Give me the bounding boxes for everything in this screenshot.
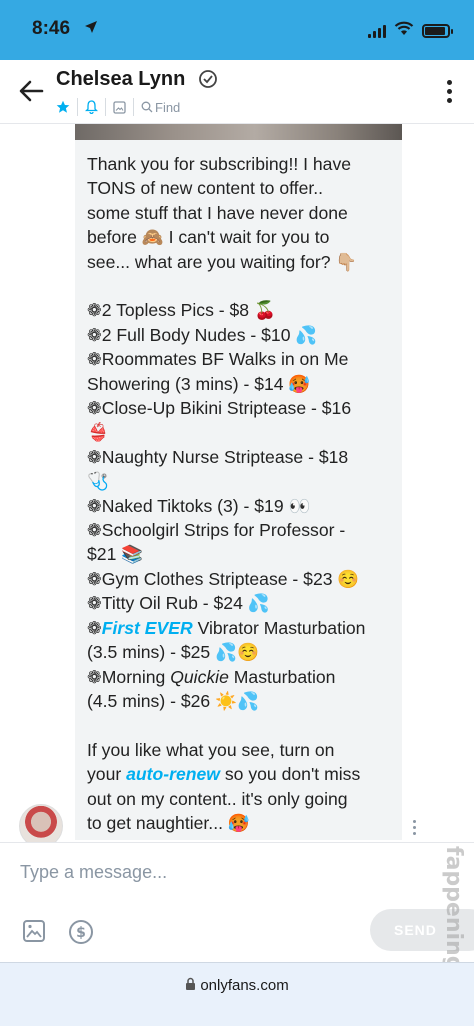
menu-item: ❁Naughty Nurse Striptease - $18 bbox=[87, 445, 392, 469]
closing-line: your auto-renew so you don't miss bbox=[87, 762, 392, 786]
menu-item: $21 📚 bbox=[87, 542, 392, 566]
menu-item-quickie-line2: (4.5 mins) - $26 ☀️💦 bbox=[87, 690, 259, 711]
menu-item: ❁Titty Oil Rub - $24 💦 bbox=[87, 591, 392, 615]
verified-badge-icon bbox=[198, 69, 218, 94]
menu-item: ❁Schoolgirl Strips for Professor - bbox=[87, 518, 392, 542]
bell-icon[interactable] bbox=[78, 98, 106, 116]
item-text: Naughty Nurse Striptease - $18 bbox=[101, 446, 349, 467]
item-text: Schoolgirl Strips for Professor - bbox=[101, 520, 346, 541]
closing-text: your bbox=[87, 764, 127, 785]
item-text: 🩺 bbox=[87, 471, 109, 492]
message-bubble: Thank you for subscribing!! I have TONS … bbox=[75, 140, 402, 840]
item-text: Showering (3 mins) - $14 🥵 bbox=[87, 373, 311, 394]
message-more-icon[interactable] bbox=[413, 820, 416, 835]
find-tool[interactable]: Find bbox=[134, 98, 187, 116]
header-tools: Find bbox=[56, 98, 187, 116]
item-text: $21 📚 bbox=[87, 544, 144, 565]
menu-item-vibrator: ❁First EVER Vibrator Masturbation bbox=[87, 616, 392, 640]
item-text: 2 Topless Pics - $8 🍒 bbox=[101, 300, 276, 321]
item-bullet: ❁ bbox=[87, 300, 102, 321]
cellular-signal-icon bbox=[368, 24, 386, 38]
find-label: Find bbox=[155, 99, 181, 115]
svg-text:$: $ bbox=[76, 925, 86, 941]
item-text: Gym Clothes Striptease - $23 ☺️ bbox=[101, 568, 360, 589]
menu-item: ❁Close-Up Bikini Striptease - $16 bbox=[87, 396, 392, 420]
message-media-thumbnail[interactable] bbox=[75, 124, 402, 140]
item-bullet: ❁ bbox=[87, 324, 102, 345]
item-text: Close-Up Bikini Striptease - $16 bbox=[101, 398, 352, 419]
message-line: before 🙈 I can't wait for you to bbox=[87, 227, 330, 248]
battery-icon bbox=[422, 24, 453, 38]
message-input[interactable] bbox=[20, 857, 400, 887]
image-attach-icon[interactable] bbox=[22, 919, 46, 948]
status-bar: 8:46 bbox=[0, 0, 474, 60]
item-text: Morning bbox=[101, 666, 171, 687]
avatar[interactable] bbox=[19, 804, 63, 842]
menu-item-vibrator-line2: (3.5 mins) - $25 💦☺️ bbox=[87, 642, 259, 663]
dollar-tip-icon[interactable]: $ bbox=[68, 919, 94, 950]
status-time: 8:46 bbox=[32, 18, 71, 39]
browser-address-bar[interactable]: onlyfans.com bbox=[0, 962, 474, 1026]
url-text: onlyfans.com bbox=[200, 977, 289, 994]
item-text: 2 Full Body Nudes - $10 💦 bbox=[101, 324, 318, 345]
item-bullet: ❁ bbox=[87, 446, 102, 467]
menu-item: ❁2 Topless Pics - $8 🍒 bbox=[87, 298, 392, 322]
address-text[interactable]: onlyfans.com bbox=[0, 977, 474, 995]
message-line: TONS of new content to offer.. bbox=[87, 178, 324, 199]
menu-item: 👙 bbox=[87, 420, 392, 444]
image-icon[interactable] bbox=[106, 98, 134, 116]
item-bullet: ❁ bbox=[87, 349, 102, 370]
menu-item-quickie: ❁Morning Quickie Masturbation bbox=[87, 665, 392, 689]
closing-line: out on my content.. it's only going bbox=[87, 788, 348, 809]
closing-line: If you like what you see, turn on bbox=[87, 739, 335, 760]
auto-renew-link[interactable]: auto-renew bbox=[126, 764, 220, 784]
location-arrow-icon bbox=[84, 20, 98, 39]
closing-line: to get naughtier... 🥵 bbox=[87, 812, 250, 833]
message-line: Thank you for subscribing!! I have bbox=[87, 154, 352, 174]
menu-item: ❁2 Full Body Nudes - $10 💦 bbox=[87, 323, 392, 347]
item-bullet: ❁ bbox=[87, 666, 102, 687]
item-bullet: ❁ bbox=[87, 398, 102, 419]
item-bullet: ❁ bbox=[87, 495, 102, 516]
item-bullet: ❁ bbox=[87, 568, 102, 589]
item-text: Titty Oil Rub - $24 💦 bbox=[101, 593, 270, 614]
item-text: Vibrator Masturbation bbox=[192, 617, 366, 638]
wifi-icon bbox=[394, 21, 414, 41]
item-bullet: ❁ bbox=[87, 593, 102, 614]
more-vertical-icon[interactable] bbox=[447, 80, 452, 103]
item-text: Naked Tiktoks (3) - $19 👀 bbox=[101, 495, 311, 516]
message-composer: $ SEND bbox=[0, 842, 474, 962]
menu-item: ❁Naked Tiktoks (3) - $19 👀 bbox=[87, 494, 392, 518]
closing-text: so you don't miss bbox=[219, 764, 361, 785]
menu-item: ❁Roommates BF Walks in on Me bbox=[87, 347, 392, 371]
menu-item: Showering (3 mins) - $14 🥵 bbox=[87, 372, 392, 396]
item-text: Roommates BF Walks in on Me bbox=[101, 349, 349, 370]
message-thread: Thank you for subscribing!! I have TONS … bbox=[0, 124, 474, 842]
menu-item: ❁Gym Clothes Striptease - $23 ☺️ bbox=[87, 567, 392, 591]
item-bullet: ❁ bbox=[87, 520, 102, 541]
search-icon bbox=[141, 101, 153, 113]
contact-name[interactable]: Chelsea Lynn bbox=[56, 68, 185, 91]
item-text: Masturbation bbox=[228, 666, 336, 687]
message-line: see... what are you waiting for? 👇🏼 bbox=[87, 251, 358, 272]
menu-item: 🩺 bbox=[87, 469, 392, 493]
accent-text: First EVER bbox=[101, 617, 193, 638]
status-icons bbox=[368, 21, 453, 41]
star-icon[interactable] bbox=[56, 98, 78, 116]
item-bullet: ❁ bbox=[87, 617, 102, 638]
lock-icon bbox=[185, 977, 196, 995]
message-line: some stuff that I have never done bbox=[87, 202, 348, 223]
back-arrow-icon[interactable] bbox=[18, 78, 44, 104]
item-text: 👙 bbox=[87, 422, 109, 443]
italic-text: Quickie bbox=[170, 666, 229, 687]
chat-header: Chelsea Lynn Find bbox=[0, 60, 474, 124]
